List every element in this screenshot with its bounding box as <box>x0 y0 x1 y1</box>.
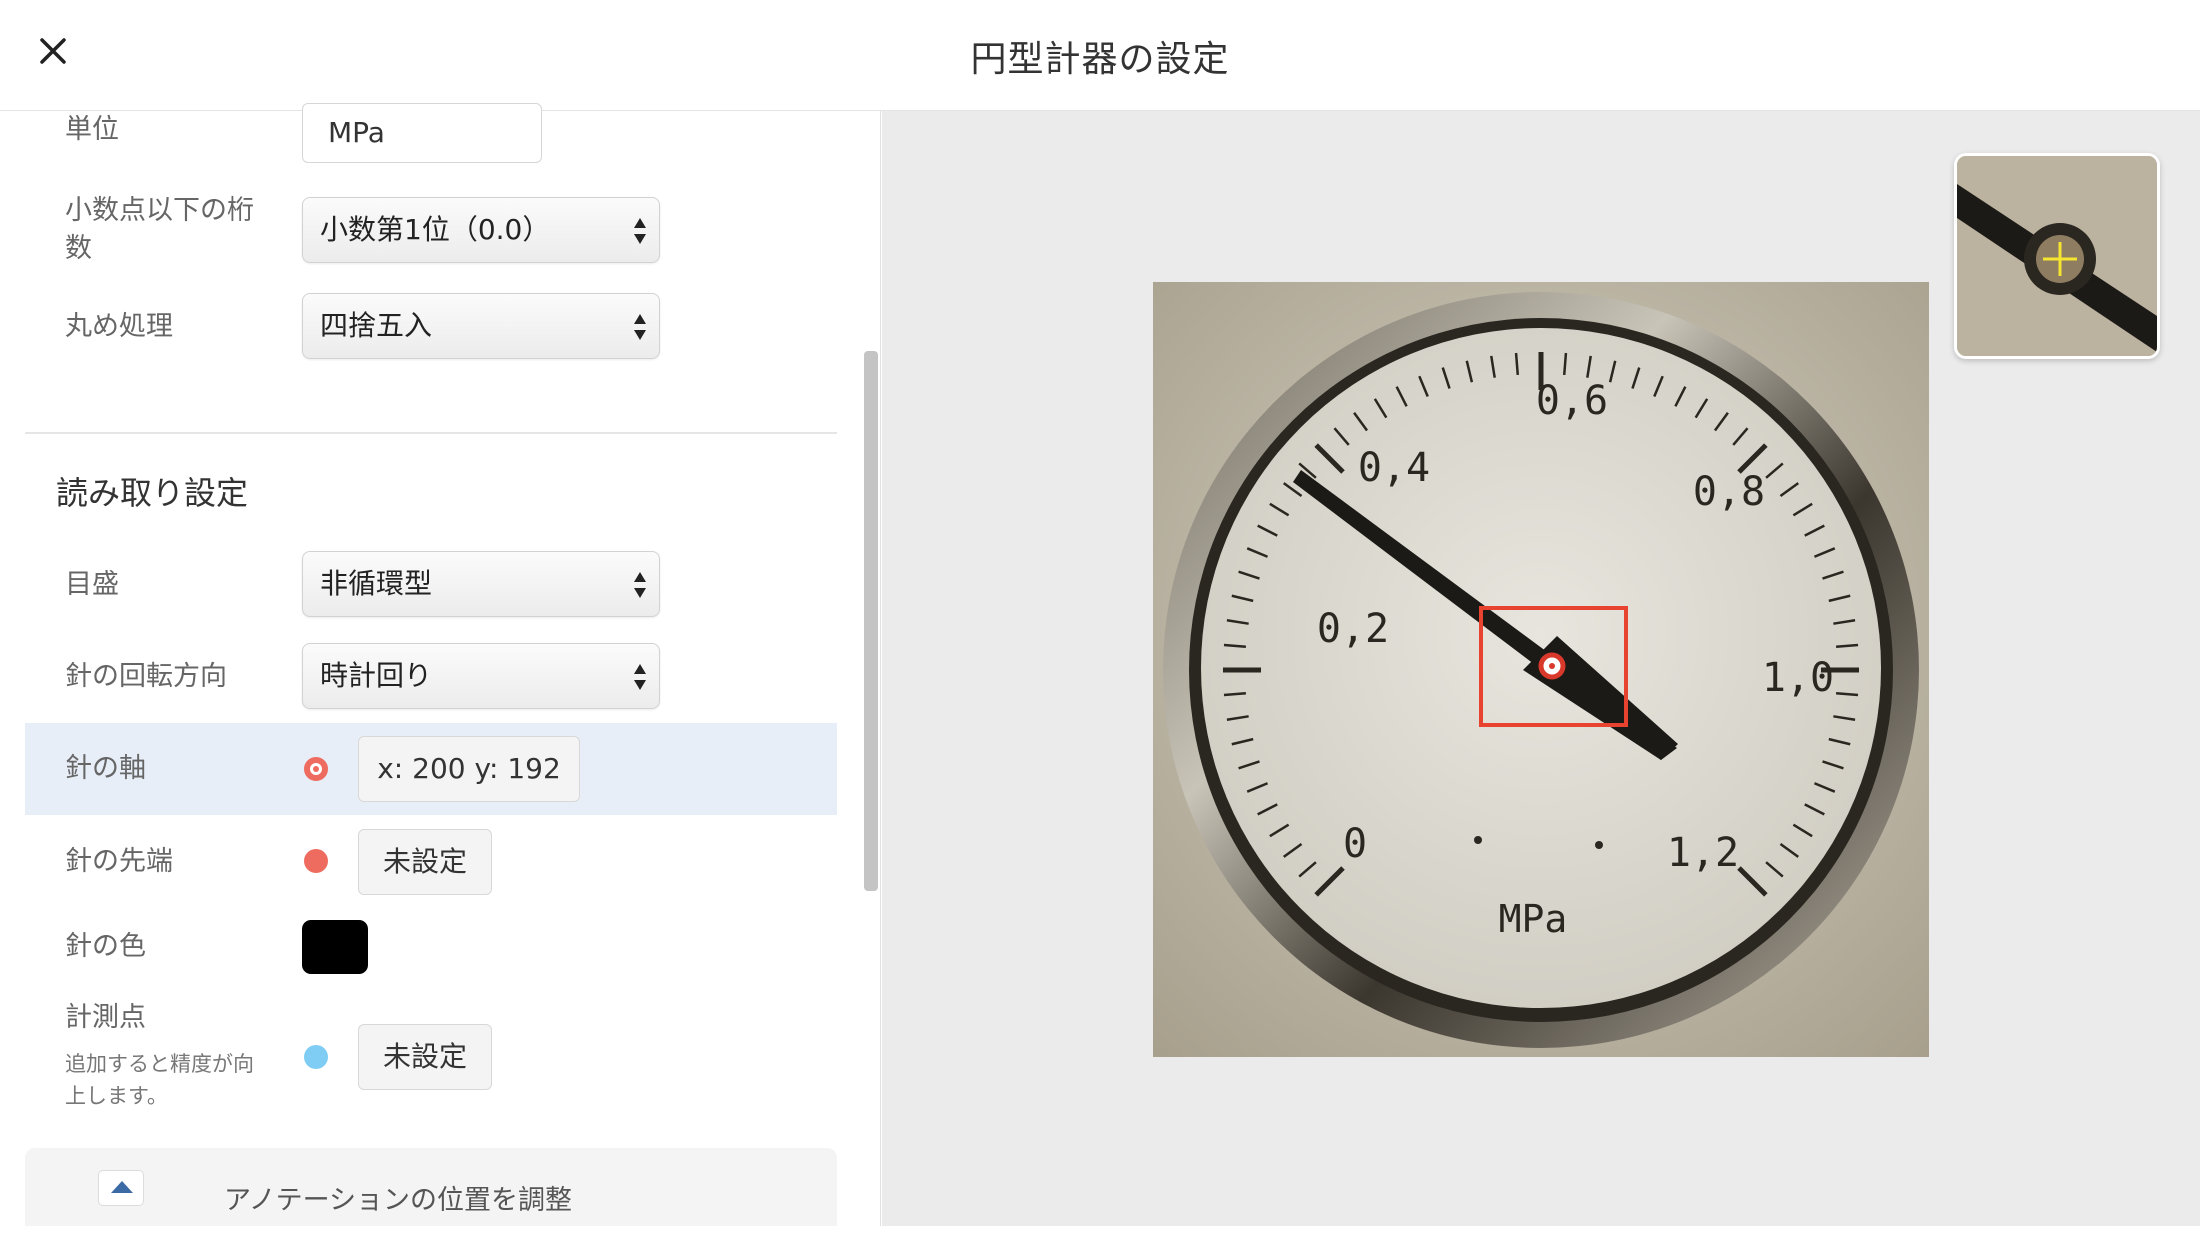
gauge-image[interactable]: 0,2 0,4 0,6 0,8 1,0 1,2 0 MPa <box>1153 282 1929 1057</box>
scale-label-0: 0 <box>1343 821 1367 867</box>
axis-marker-icon <box>304 757 328 781</box>
gauge-dot <box>1474 836 1482 844</box>
gauge-tick <box>1835 691 1859 697</box>
scale-label-0-8: 0,8 <box>1693 469 1765 515</box>
page-title: 円型計器の設定 <box>970 39 1230 80</box>
decimals-label: 小数点以下の桁 <box>65 195 254 226</box>
dialog-header: 円型計器の設定 <box>0 0 2200 111</box>
select-arrows-icon <box>634 664 646 690</box>
move-up-button[interactable] <box>98 1170 144 1206</box>
points-set-button[interactable]: 未設定 <box>358 1024 492 1090</box>
points-label: 計測点 <box>65 1002 146 1033</box>
section-divider <box>25 432 837 434</box>
scale-label-0-6: 0,6 <box>1536 378 1608 424</box>
gauge-tick <box>1223 691 1247 697</box>
rotation-select-value: 時計回り <box>320 659 433 692</box>
scale-select[interactable]: 非循環型 <box>302 551 660 617</box>
gauge-tick <box>1514 352 1520 376</box>
rounding-select-value: 四捨五入 <box>320 309 433 342</box>
scale-label-1-0: 1,0 <box>1762 655 1834 701</box>
select-arrows-icon <box>634 572 646 598</box>
gauge-tick <box>1835 643 1859 649</box>
decimals-label-cont: 数 <box>65 233 92 264</box>
needle-color-swatch[interactable] <box>302 920 368 974</box>
scale-select-value: 非循環型 <box>320 567 433 600</box>
bottom-bar <box>0 1226 2200 1234</box>
scrollbar[interactable] <box>864 351 878 891</box>
select-arrows-icon <box>634 314 646 340</box>
zoom-preview-svg <box>1957 156 2157 356</box>
zoom-preview <box>1954 153 2160 359</box>
unit-input[interactable]: MPa <box>302 103 542 163</box>
rotation-select[interactable]: 時計回り <box>302 643 660 709</box>
points-hint: 追加すると精度が向 <box>65 1052 254 1076</box>
rotation-label: 針の回転方向 <box>65 661 227 692</box>
gauge-tick <box>1562 352 1568 376</box>
gauge-svg: 0,2 0,4 0,6 0,8 1,0 1,2 0 MPa <box>1153 282 1929 1057</box>
scale-label-0-2: 0,2 <box>1317 606 1389 652</box>
axis-point-center <box>1549 663 1555 669</box>
rounding-select[interactable]: 四捨五入 <box>302 293 660 359</box>
needle-tip-label: 針の先端 <box>65 846 173 877</box>
needle-color-label: 針の色 <box>65 931 146 962</box>
gauge-unit-label: MPa <box>1499 897 1568 941</box>
unit-label: 単位 <box>65 114 119 145</box>
gauge-tick <box>1223 643 1247 649</box>
points-hint-cont: 上します。 <box>65 1084 168 1108</box>
decimals-select-value: 小数第1位（0.0） <box>320 213 551 246</box>
decimals-select[interactable]: 小数第1位（0.0） <box>302 197 660 263</box>
needle-axis-label: 針の軸 <box>65 753 146 784</box>
scale-label-1-2: 1,2 <box>1667 830 1739 876</box>
tip-set-button[interactable]: 未設定 <box>358 829 492 895</box>
points-marker-icon <box>304 1045 328 1069</box>
scale-label-0-4: 0,4 <box>1358 445 1430 491</box>
scale-label: 目盛 <box>65 569 119 600</box>
axis-coordinate-button[interactable]: x: 200 y: 192 <box>358 736 580 802</box>
rounding-label: 丸め処理 <box>65 311 173 342</box>
tip-marker-icon <box>304 849 328 873</box>
annotation-adjust-label: アノテーションの位置を調整 <box>224 1185 573 1216</box>
gauge-dot <box>1595 841 1603 849</box>
select-arrows-icon <box>634 218 646 244</box>
reading-section-title: 読み取り設定 <box>56 474 249 512</box>
